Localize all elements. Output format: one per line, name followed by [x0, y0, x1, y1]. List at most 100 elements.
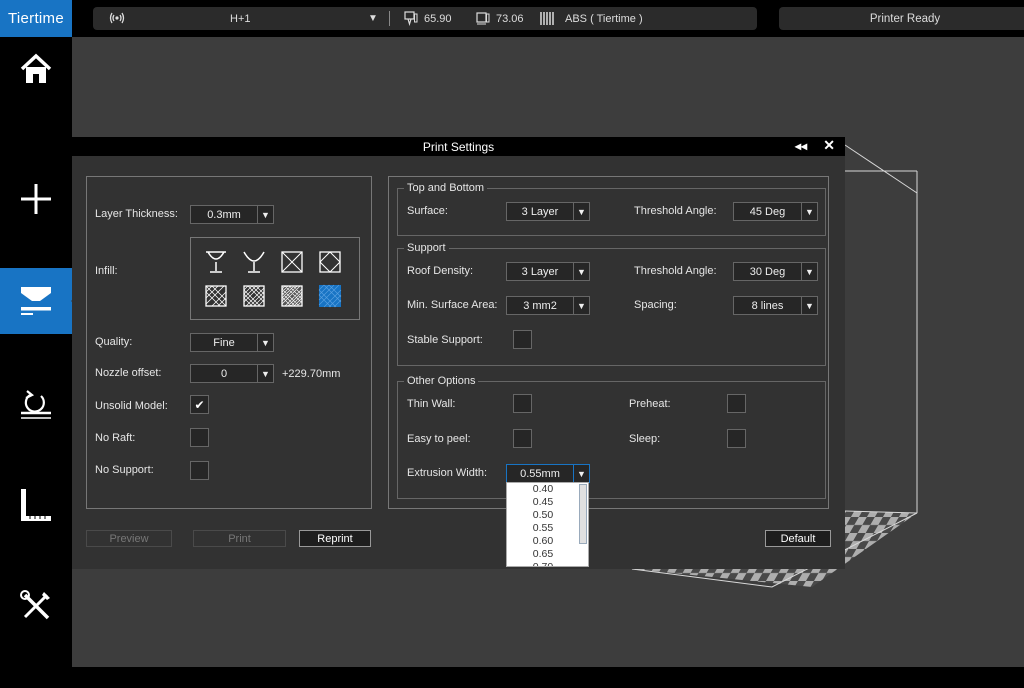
default-button[interactable]: Default	[765, 530, 831, 547]
dropdown-option[interactable]: 0.55	[507, 522, 579, 535]
settings-icon	[19, 589, 53, 626]
support-legend: Support	[404, 242, 449, 254]
close-icon[interactable]: ✕	[823, 137, 835, 154]
unsolid-model-label: Unsolid Model:	[95, 400, 168, 412]
roof-density-label: Roof Density:	[407, 265, 474, 277]
chevron-down-icon: ▼	[801, 263, 817, 280]
printer-name: H+1	[230, 12, 251, 25]
layer-thickness-value: 0.3mm	[207, 208, 241, 221]
top-bottom-legend: Top and Bottom	[404, 182, 488, 194]
sidebar-item-maintenance[interactable]	[0, 372, 72, 438]
top-threshold-angle-value: 45 Deg	[749, 205, 786, 218]
min-surface-area-select[interactable]: 3 mm2 ▼	[506, 296, 590, 315]
dropdown-option[interactable]: 0.60	[507, 535, 579, 548]
nozzle-offset-label: Nozzle offset:	[95, 367, 162, 379]
extrusion-width-value: 0.55mm	[520, 467, 560, 480]
no-support-checkbox[interactable]	[190, 461, 209, 480]
preheat-label: Preheat:	[629, 398, 671, 410]
chevron-down-icon: ▼	[257, 365, 273, 382]
infill-options	[190, 237, 360, 320]
stable-support-label: Stable Support:	[407, 334, 483, 346]
chevron-down-icon: ▼	[573, 203, 589, 220]
extrusion-width-select[interactable]: 0.55mm ▼	[506, 464, 590, 483]
other-options-legend: Other Options	[404, 375, 479, 387]
thin-wall-checkbox[interactable]	[513, 394, 532, 413]
printer-select-arrow-icon[interactable]: ▼	[368, 13, 378, 24]
print-settings-dialog: Print Settings ◂◂ ✕ Layer Thickness: 0.3…	[72, 137, 845, 569]
top-bar: Tiertime H+1 ▼ 65.90 73.06 ABS ( Tiertim…	[0, 0, 1024, 37]
chevron-down-icon: ▼	[801, 297, 817, 314]
support-threshold-angle-select[interactable]: 30 Deg ▼	[733, 262, 818, 281]
bed-temperature: 73.06	[496, 12, 524, 25]
infill-solid-icon[interactable]	[318, 284, 342, 308]
chevron-down-icon: ▼	[257, 334, 273, 351]
print-icon	[19, 283, 53, 320]
dropdown-option[interactable]: 0.40	[507, 483, 579, 496]
extrusion-width-dropdown-list[interactable]: 0.40 0.45 0.50 0.55 0.60 0.65 0.70	[506, 482, 589, 567]
extrusion-width-label: Extrusion Width:	[407, 467, 488, 479]
collapse-icon[interactable]: ◂◂	[795, 139, 807, 153]
support-threshold-angle-value: 30 Deg	[749, 265, 786, 278]
thin-wall-label: Thin Wall:	[407, 398, 456, 410]
top-bottom-group: Top and Bottom Surface: 3 Layer ▼ Thresh…	[397, 182, 826, 236]
sleep-label: Sleep:	[629, 433, 661, 445]
print-button[interactable]: Print	[193, 530, 286, 547]
spacing-value: 8 lines	[751, 299, 784, 312]
printer-status-bar[interactable]: H+1 ▼ 65.90 73.06 ABS ( Tiertime )	[93, 7, 757, 30]
nozzle-offset-value: 0	[220, 367, 228, 380]
nozzle-offset-extra: +229.70mm	[282, 368, 341, 380]
dropdown-options: 0.40 0.45 0.50 0.55 0.60 0.65 0.70	[507, 483, 588, 566]
infill-label: Infill:	[95, 265, 118, 277]
infill-shell-icon[interactable]	[242, 250, 266, 274]
surface-select[interactable]: 3 Layer ▼	[506, 202, 590, 221]
preview-button[interactable]: Preview	[86, 530, 172, 547]
reprint-button[interactable]: Reprint	[299, 530, 371, 547]
sidebar-item-add[interactable]	[0, 167, 72, 233]
dropdown-option[interactable]: 0.65	[507, 548, 579, 561]
sleep-checkbox[interactable]	[727, 429, 746, 448]
dropdown-option[interactable]: 0.50	[507, 509, 579, 522]
top-threshold-angle-select[interactable]: 45 Deg ▼	[733, 202, 818, 221]
infill-sparse-icon[interactable]	[204, 284, 228, 308]
surface-value: 3 Layer	[521, 205, 559, 218]
layer-thickness-select[interactable]: 0.3mm ▼	[190, 205, 274, 224]
bottom-bar	[72, 667, 1024, 688]
chevron-down-icon: ▼	[573, 465, 589, 482]
printer-ready-status[interactable]: Printer Ready	[779, 7, 1024, 30]
infill-surface-icon[interactable]	[280, 250, 304, 274]
dialog-title: Print Settings	[422, 139, 495, 154]
sidebar-item-calibrate[interactable]	[0, 473, 72, 539]
quality-label: Quality:	[95, 336, 133, 348]
stable-support-checkbox[interactable]	[513, 330, 532, 349]
other-options-group: Other Options Thin Wall: Preheat: Easy t…	[397, 375, 826, 499]
nozzle-offset-select[interactable]: 0 ▼	[190, 364, 274, 383]
dropdown-scrollbar[interactable]	[579, 484, 587, 544]
min-surface-area-label: Min. Surface Area:	[407, 299, 498, 311]
infill-medium-icon[interactable]	[242, 284, 266, 308]
quality-select[interactable]: Fine ▼	[190, 333, 274, 352]
dropdown-option[interactable]: 0.45	[507, 496, 579, 509]
material-name: ABS ( Tiertime )	[565, 12, 643, 25]
sidebar-item-settings[interactable]	[0, 574, 72, 640]
tiertime-logo[interactable]: Tiertime	[0, 0, 72, 37]
no-raft-label: No Raft:	[95, 432, 136, 444]
easy-to-peel-checkbox[interactable]	[513, 429, 532, 448]
roof-density-select[interactable]: 3 Layer ▼	[506, 262, 590, 281]
unsolid-model-checkbox[interactable]: ✔	[190, 395, 209, 414]
sidebar-item-home[interactable]	[0, 37, 72, 103]
add-icon	[19, 182, 53, 219]
infill-dense-icon[interactable]	[280, 284, 304, 308]
nozzle-temperature: 65.90	[424, 12, 452, 25]
min-surface-area-value: 3 mm2	[523, 299, 557, 312]
preheat-checkbox[interactable]	[727, 394, 746, 413]
spacing-select[interactable]: 8 lines ▼	[733, 296, 818, 315]
wifi-icon	[109, 11, 125, 28]
nozzle-temp-icon	[404, 11, 418, 29]
calibrate-icon	[19, 488, 53, 525]
sidebar-item-print[interactable]	[0, 268, 79, 334]
infill-loose-icon[interactable]	[318, 250, 342, 274]
no-raft-checkbox[interactable]	[190, 428, 209, 447]
no-support-label: No Support:	[95, 464, 154, 476]
dropdown-option[interactable]: 0.70	[507, 561, 579, 566]
infill-hollow-icon[interactable]	[204, 250, 228, 274]
